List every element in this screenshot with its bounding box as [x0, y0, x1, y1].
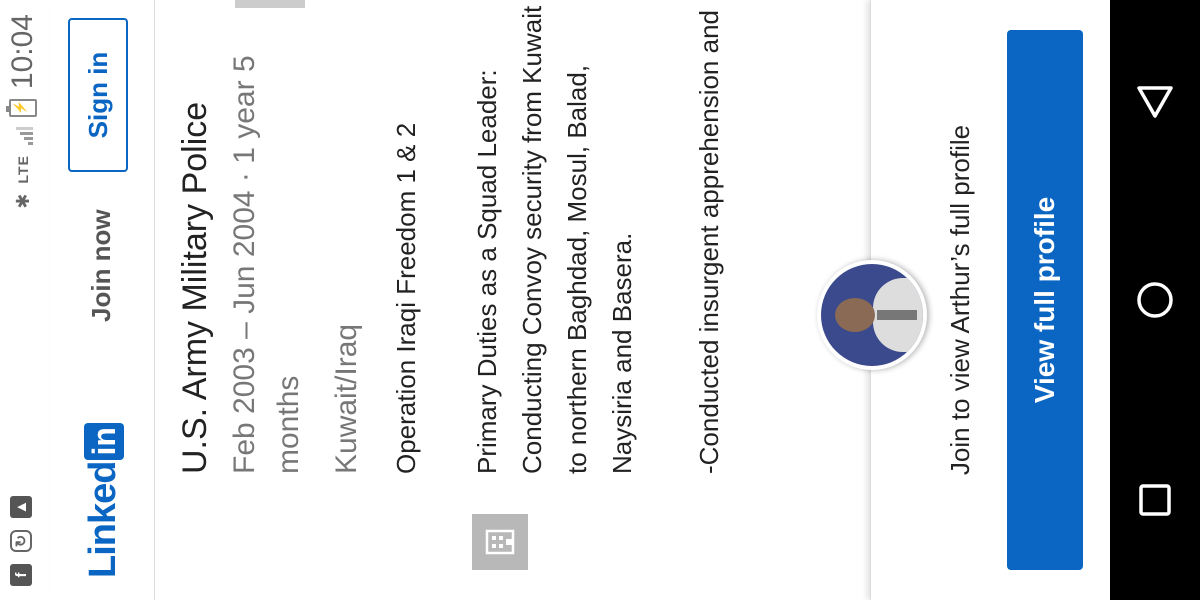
sync-icon: ↻ [10, 530, 32, 552]
experience-details: U.S. Army Military Police Feb 2003 – Jun… [175, 4, 731, 474]
join-now-link[interactable]: Join now [86, 209, 117, 322]
facebook-icon: f [10, 564, 32, 586]
home-button[interactable] [1125, 270, 1185, 330]
clock: 10:04 [6, 14, 39, 90]
view-full-profile-button[interactable]: View full profile [1007, 30, 1083, 570]
bluetooth-icon: ✱ [12, 193, 33, 209]
notification-icons: f ↻ ▲ [10, 496, 32, 586]
experience-section: U.S. Army Military Police Feb 2003 – Jun… [155, 0, 870, 600]
profile-photo [821, 264, 923, 366]
back-button[interactable] [1125, 70, 1185, 130]
logo-text: Linked [82, 461, 124, 578]
recents-button[interactable] [1125, 470, 1185, 530]
screen: f ↻ ▲ ✱ LTE 10:04 Linked in Join now Sig… [0, 0, 1200, 600]
position-more: -Conducted insurgent apprehension and [694, 9, 724, 474]
back-triangle-icon [1137, 86, 1173, 118]
signal-icon [13, 127, 33, 146]
join-prompt: Join to view Arthur’s full profile [945, 124, 975, 476]
building-icon [485, 529, 515, 555]
battery-icon [9, 99, 37, 118]
app-header: Linked in Join now Sign in [50, 0, 155, 600]
position-duties: Primary Duties as a Squad Leader: Conduc… [472, 5, 637, 474]
status-bar: f ↻ ▲ ✱ LTE 10:04 [0, 0, 50, 600]
circle-icon [1137, 282, 1173, 318]
logo-box: in [83, 423, 124, 460]
join-panel: Join to view Arthur’s full profile View … [817, 0, 1111, 600]
sign-in-button[interactable]: Sign in [68, 18, 128, 172]
position-operation: Operation Iraqi Freedom 1 & 2 [391, 122, 421, 474]
image-icon: ▲ [10, 496, 32, 518]
position-title[interactable]: U.S. Army Military Police [175, 4, 215, 474]
avatar [817, 260, 927, 370]
square-icon [1139, 484, 1171, 516]
android-nav-bar [1110, 0, 1200, 600]
position-location: Kuwait/Iraq [330, 323, 363, 474]
system-icons: ✱ LTE 10:04 [6, 14, 40, 209]
linkedin-logo[interactable]: Linked in [82, 423, 125, 578]
company-logo [472, 514, 528, 570]
position-dates: Feb 2003 – Jun 2004 · 1 year 5 months [228, 55, 305, 474]
network-type: LTE [15, 155, 31, 184]
